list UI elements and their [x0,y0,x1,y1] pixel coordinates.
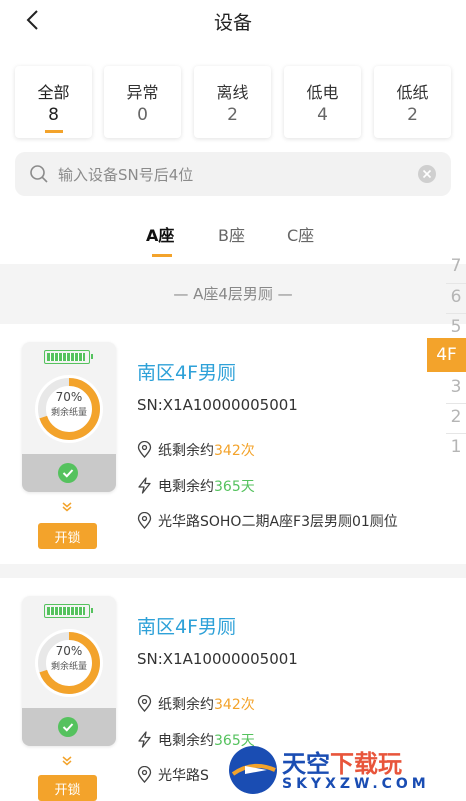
app-header: 设备 [0,0,466,42]
paper-value: 342次 [214,697,255,713]
category-count: 0 [137,105,148,125]
floor-index-item[interactable]: 7 [446,256,466,276]
power-value: 365天 [214,479,255,495]
paper-level-text: 70% 剩余纸量 [32,644,106,672]
device-card[interactable]: 70% 剩余纸量 开锁 南区4F男厕 SN:X1A10000005001 纸剩余… [0,324,466,564]
category-low-paper[interactable]: 低纸 2 [374,66,451,138]
floor-index-divider [446,433,466,434]
search-icon [30,165,48,183]
device-sn: SN:X1A10000005001 [137,396,298,414]
paper-caption: 剩余纸量 [50,662,87,672]
clear-icon[interactable] [417,164,437,184]
location-pin-icon [137,765,152,783]
power-label: 电剩余约 [158,479,214,495]
floor-index-divider [446,283,466,284]
category-abnormal[interactable]: 异常 0 [104,66,181,138]
category-label: 全部 [37,83,70,102]
section-title: — A座4层男厕 — [173,285,293,303]
floor-index-divider [446,403,466,404]
page-title: 设备 [213,12,252,34]
lightning-icon [138,477,151,494]
unlock-button[interactable]: 开锁 [38,775,97,801]
category-count: 4 [317,105,328,125]
unlock-button[interactable]: 开锁 [38,523,97,549]
device-name: 南区4F男厕 [137,362,237,384]
double-chevron-down-icon[interactable] [60,756,74,766]
floor-index-item[interactable]: 6 [446,287,466,307]
double-chevron-down-icon[interactable] [60,502,74,512]
paper-remaining: 纸剩余约342次 [137,440,255,460]
floor-index-active[interactable]: 4F [427,338,466,372]
floor-index-divider [446,313,466,314]
category-count: 8 [48,105,59,125]
tab-building-b[interactable]: B座 [218,222,245,246]
device-base [22,454,116,492]
category-count: 2 [407,105,418,125]
device-illustration: 70% 剩余纸量 [22,342,116,492]
device-name: 南区4F男厕 [137,616,237,638]
floor-index-item[interactable]: 3 [446,377,466,397]
paper-remaining: 纸剩余约342次 [137,694,255,714]
tab-building-c[interactable]: C座 [287,222,314,246]
paper-percent: 70% [55,644,83,658]
watermark-subtext: SKYXZW.COM [282,776,430,792]
category-label: 异常 [126,83,159,102]
battery-icon [44,604,93,618]
location-pin-icon [137,694,152,712]
paper-value: 342次 [214,443,255,459]
tab-label: B座 [218,226,245,245]
category-active-underline [45,130,63,133]
location-pin-icon [137,440,152,458]
paper-label: 纸剩余约 [158,443,214,459]
paper-label: 纸剩余约 [158,697,214,713]
floor-index-item[interactable]: 5 [446,317,466,337]
device-location: 光华路S [137,765,209,785]
category-count: 2 [227,105,238,125]
watermark-main-a: 天空 [282,750,330,778]
category-all[interactable]: 全部 8 [15,66,92,138]
paper-caption: 剩余纸量 [50,408,87,418]
category-offline[interactable]: 离线 2 [194,66,271,138]
category-label: 低纸 [396,83,429,102]
check-circle-icon [58,463,78,483]
floor-index-item[interactable]: 2 [446,407,466,427]
battery-icon [44,350,93,364]
lightning-icon [138,731,151,748]
device-base [22,708,116,746]
floor-index-item[interactable]: 1 [446,437,466,457]
tab-active-underline [152,254,172,257]
location-text: 光华路SOHO二期A座F3层男厕01厕位 [158,514,398,530]
location-pin-icon [137,511,152,529]
tab-label: A座 [146,226,175,245]
paper-percent: 70% [55,390,83,404]
search-bar [15,152,451,198]
category-label: 离线 [216,83,249,102]
check-circle-icon [58,717,78,737]
location-text: 光华路S [158,768,209,784]
device-illustration: 70% 剩余纸量 [22,596,116,746]
paper-level-text: 70% 剩余纸量 [32,390,106,418]
device-sn: SN:X1A10000005001 [137,650,298,668]
category-low-power[interactable]: 低电 4 [284,66,361,138]
category-label: 低电 [306,83,339,102]
tab-label: C座 [287,226,315,245]
power-label: 电剩余约 [158,733,214,749]
power-remaining: 电剩余约365天 [137,476,255,496]
watermark-main-b: 下载玩 [330,750,402,778]
tab-building-a[interactable]: A座 [146,222,175,257]
device-location: 光华路SOHO二期A座F3层男厕01厕位 [137,511,398,531]
watermark-text: 天空下载玩 [282,744,402,779]
search-input[interactable] [56,152,410,198]
filter-area: 全部 8 异常 0 离线 2 低电 4 低纸 2 A座 [0,42,466,264]
